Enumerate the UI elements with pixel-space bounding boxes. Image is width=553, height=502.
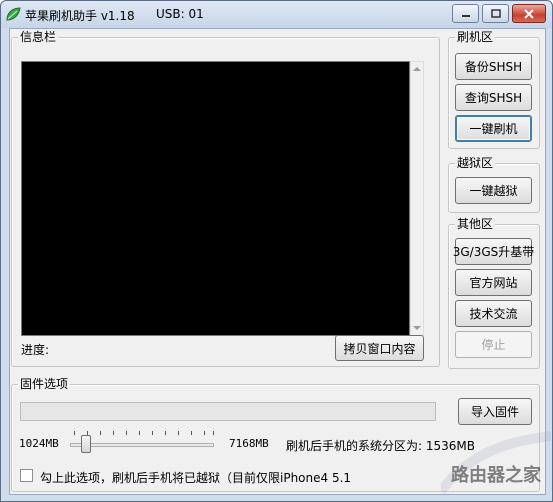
title-bar[interactable]: 苹果刷机助手 v1.18 USB: 01 — [1, 1, 552, 28]
progress-label: 进度: — [21, 343, 50, 357]
other-group-label: 其他区 — [455, 217, 496, 231]
stop-button[interactable]: 停止 — [455, 331, 532, 358]
maximize-icon — [490, 9, 501, 18]
output-console[interactable] — [21, 61, 410, 336]
jailbreak-after-flash-label: 勾上此选项，刷机后手机将已越狱（目前仅限iPhone4 5.1 — [40, 471, 352, 485]
import-firmware-button[interactable]: 导入固件 — [458, 398, 532, 425]
partition-slider-thumb[interactable] — [81, 435, 91, 453]
tech-exchange-button[interactable]: 技术交流 — [455, 300, 532, 327]
max-size-label: 7168MB — [229, 437, 269, 450]
backup-shsh-button[interactable]: 备份SHSH — [455, 53, 532, 80]
window-title: 苹果刷机助手 v1.18 — [25, 9, 135, 23]
partition-slider-track[interactable] — [70, 443, 214, 447]
flash-group: 刷机区 备份SHSH 查询SHSH 一键刷机 — [448, 30, 540, 149]
jailbreak-group-label: 越狱区 — [455, 156, 496, 170]
copy-window-content-button[interactable]: 拷贝窗口内容 — [335, 335, 424, 361]
client-area: 信息栏 进度: 拷贝窗口内容 刷机区 备份SHSH 查询SHSH 一键刷机 越狱… — [9, 28, 546, 495]
one-click-flash-button[interactable]: 一键刷机 — [455, 115, 532, 142]
console-scrollbar[interactable] — [410, 61, 424, 336]
baseband-upgrade-button[interactable]: 3G/3GS升基带 — [453, 238, 534, 265]
info-group-label: 信息栏 — [18, 30, 59, 44]
close-button[interactable] — [512, 4, 546, 23]
usb-status: USB: 01 — [156, 7, 204, 21]
jailbreak-after-flash-checkbox[interactable] — [20, 469, 33, 482]
minimize-button[interactable] — [452, 4, 479, 23]
jailbreak-group: 越狱区 一键越狱 — [448, 156, 540, 213]
query-shsh-button[interactable]: 查询SHSH — [455, 84, 532, 111]
close-icon — [524, 8, 534, 19]
minimize-icon — [461, 14, 470, 17]
min-size-label: 1024MB — [19, 437, 59, 450]
maximize-button[interactable] — [482, 4, 509, 23]
one-click-jailbreak-button[interactable]: 一键越狱 — [455, 177, 532, 204]
flash-group-label: 刷机区 — [455, 30, 496, 44]
app-window: 苹果刷机助手 v1.18 USB: 01 信息栏 进度: 拷贝窗口内容 刷机区 … — [0, 0, 553, 502]
firmware-group-label: 固件选项 — [18, 377, 71, 391]
info-group: 信息栏 进度: 拷贝窗口内容 — [11, 30, 440, 367]
system-partition-text: 刷机后手机的系统分区为: 1536MB — [286, 439, 475, 453]
scroll-up-icon[interactable] — [413, 67, 421, 71]
other-group: 其他区 3G/3GS升基带 官方网站 技术交流 停止 — [448, 217, 540, 369]
leaf-app-icon — [6, 7, 21, 21]
firmware-path-bar[interactable] — [20, 402, 436, 421]
scroll-down-icon[interactable] — [413, 326, 421, 330]
official-website-button[interactable]: 官方网站 — [455, 269, 532, 296]
